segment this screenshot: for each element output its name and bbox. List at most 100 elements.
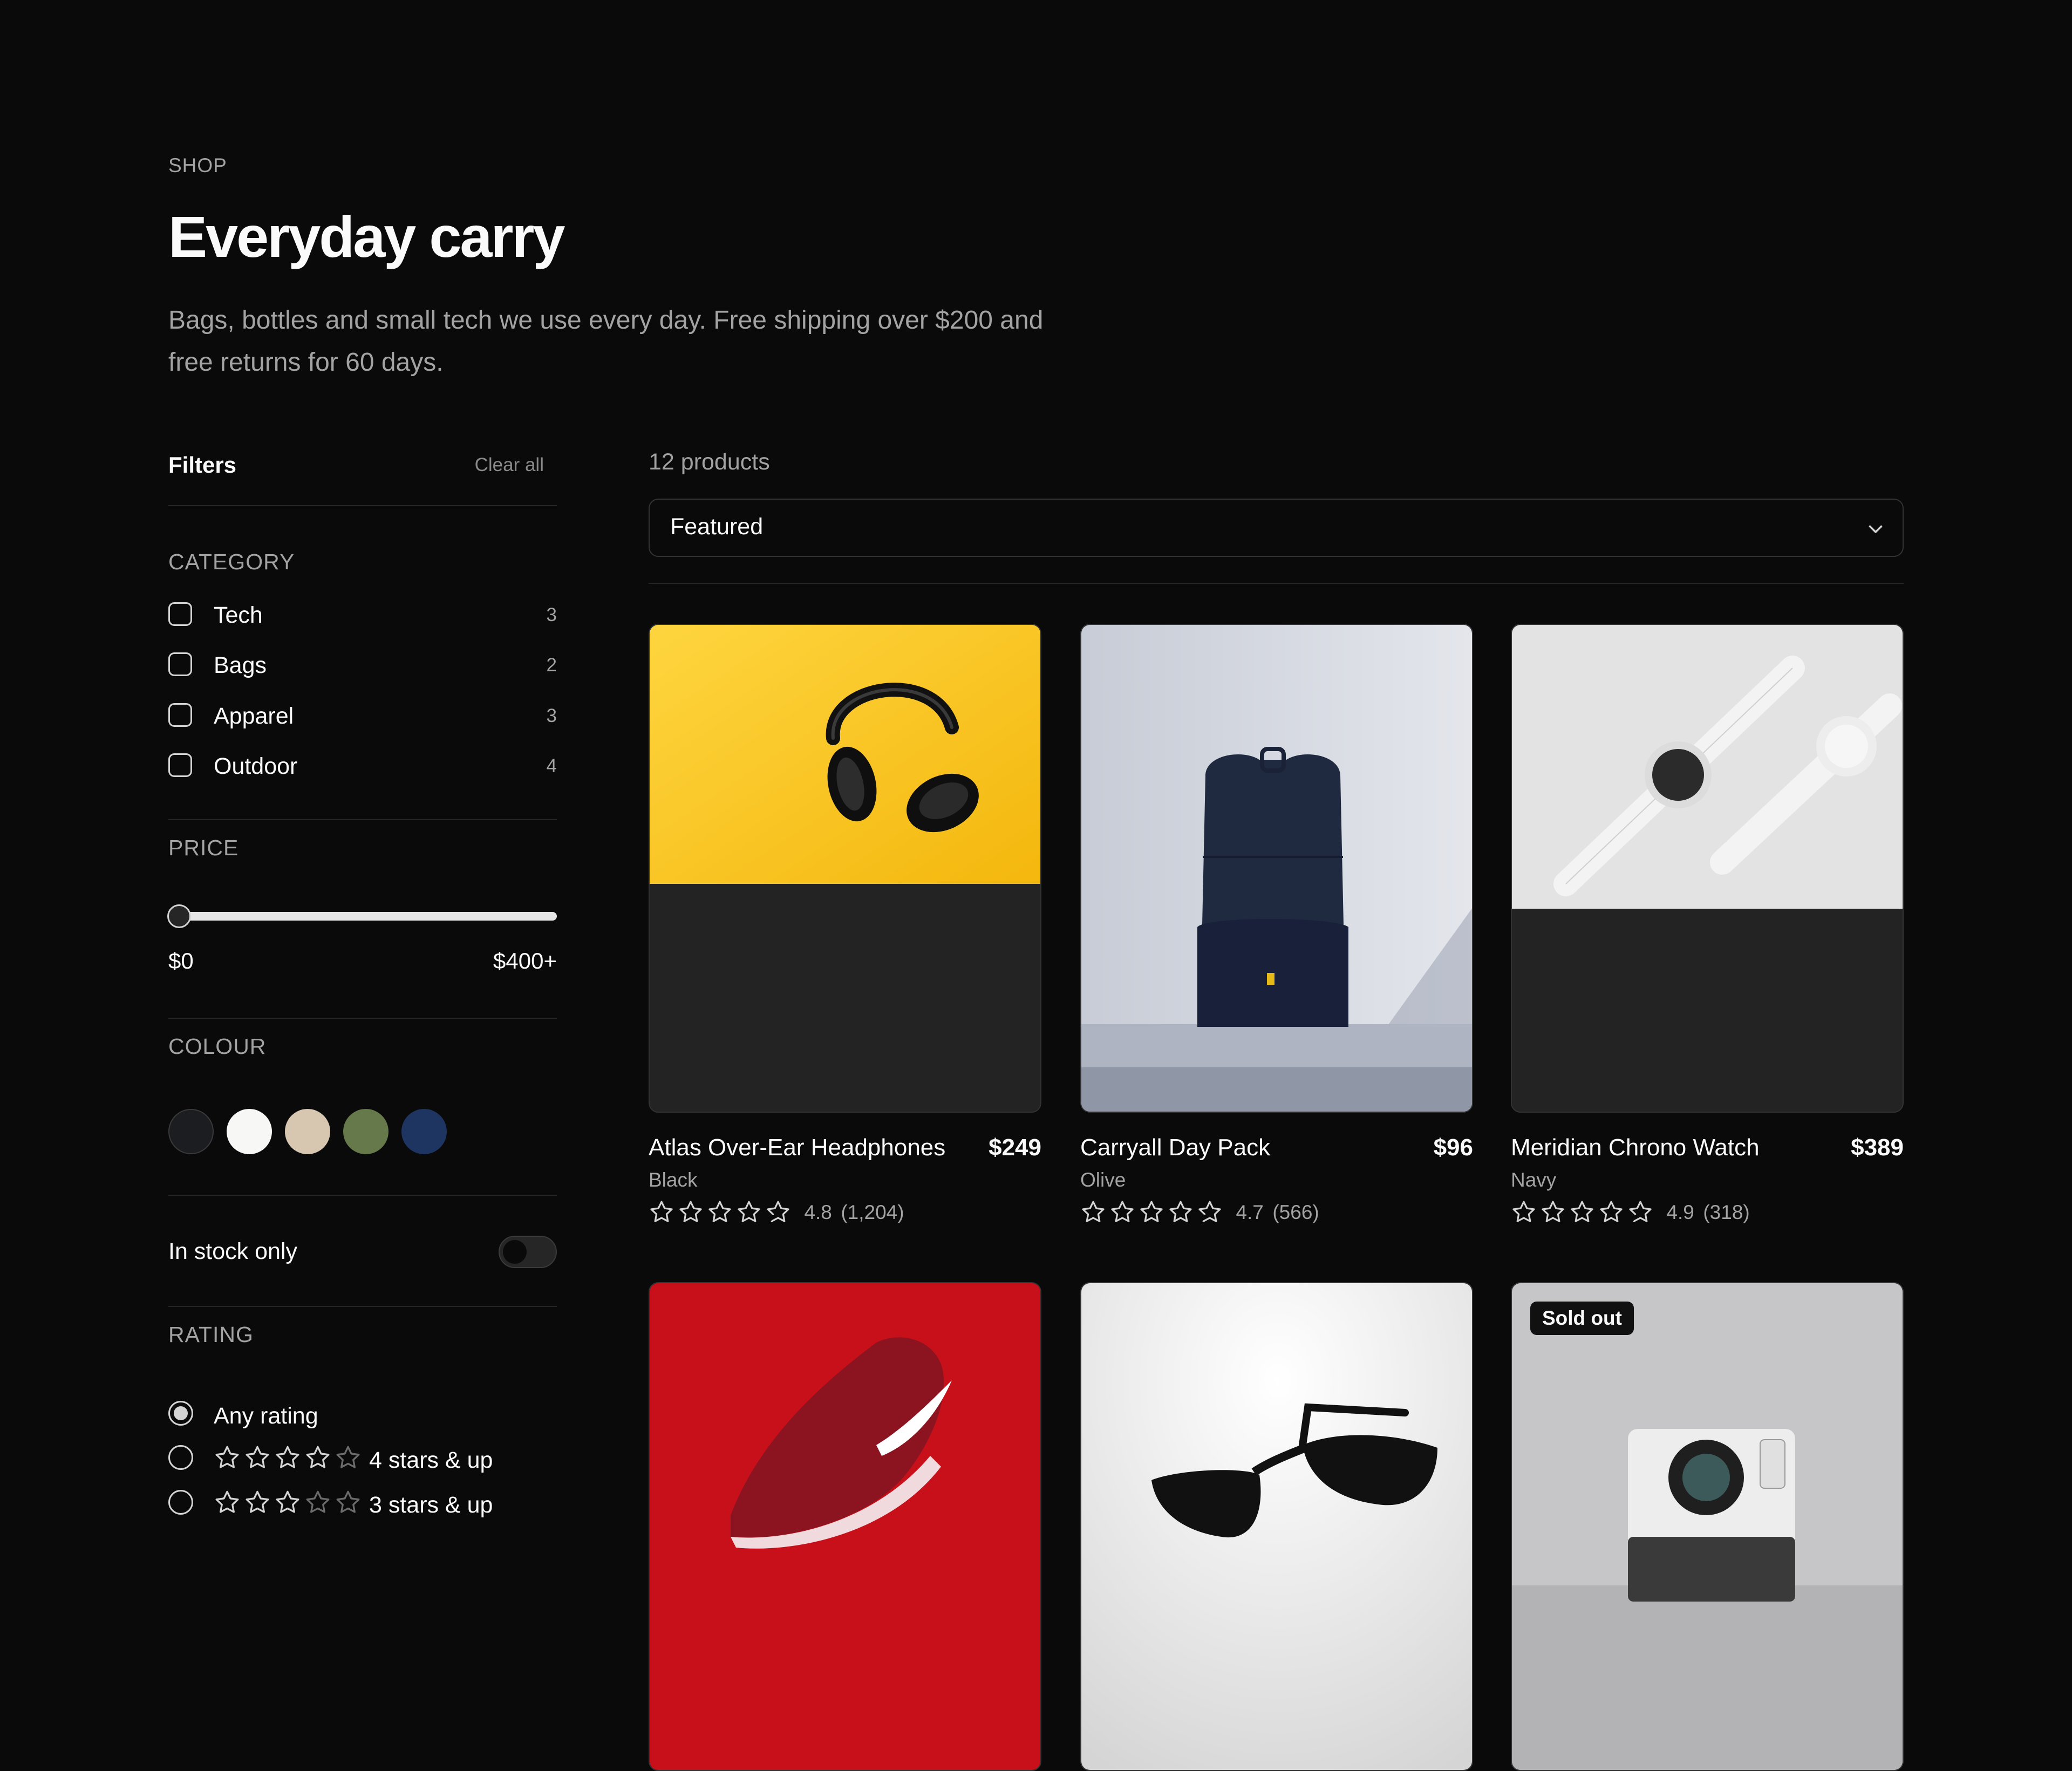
radio-selected[interactable]: [168, 1401, 193, 1426]
sort-selected-value: Featured: [670, 514, 764, 540]
sort-select[interactable]: Featured: [649, 499, 1904, 557]
product-image[interactable]: [1080, 1282, 1473, 1771]
product-image[interactable]: [649, 1282, 1041, 1771]
sunglasses-photo: [1081, 1283, 1472, 1770]
product-price: $249: [989, 1134, 1041, 1161]
star-icon: [336, 1490, 360, 1513]
product-colour: Navy: [1511, 1169, 1557, 1191]
category-count: 3: [546, 705, 557, 726]
star-icon: [246, 1490, 269, 1513]
product-name[interactable]: Atlas Over-Ear Headphones: [649, 1134, 945, 1161]
page-eyebrow: SHOP: [168, 154, 227, 176]
star-icon: [246, 1446, 269, 1468]
category-option-bags[interactable]: Bags 2: [168, 649, 557, 682]
category-heading: CATEGORY: [168, 549, 295, 574]
star-icon: [650, 1201, 673, 1222]
divider: [168, 1195, 557, 1196]
product-rating: 4.9 (318): [1511, 1199, 1750, 1226]
star-rating: [1511, 1199, 1657, 1225]
star-icon: [276, 1446, 299, 1468]
backpack-photo: [1081, 625, 1472, 1112]
product-image[interactable]: [1080, 624, 1473, 1113]
product-colour: Black: [649, 1169, 698, 1191]
colour-swatch-black[interactable]: [168, 1109, 214, 1154]
category-label: Tech: [214, 602, 263, 628]
product-name[interactable]: Carryall Day Pack: [1080, 1134, 1270, 1161]
star-icon: [1512, 1201, 1535, 1222]
rating-label: Any rating: [214, 1403, 318, 1429]
in-stock-label: In stock only: [168, 1238, 297, 1264]
colour-swatch-sand[interactable]: [285, 1109, 330, 1154]
price-max-label: $400+: [493, 948, 557, 973]
product-price: $96: [1433, 1134, 1473, 1161]
category-label: Apparel: [214, 703, 294, 729]
star-icon: [306, 1446, 330, 1468]
category-count: 2: [546, 655, 557, 676]
divider: [168, 1306, 557, 1307]
product-price: $389: [1851, 1134, 1904, 1161]
toggle-knob: [503, 1240, 527, 1264]
star-icon: [1629, 1201, 1652, 1222]
camera-photo: [1512, 1283, 1903, 1770]
filters-title: Filters: [168, 452, 237, 478]
category-label: Outdoor: [214, 753, 298, 779]
star-icon: [708, 1201, 731, 1222]
product-count: 12 products: [649, 449, 770, 475]
category-count: 3: [546, 604, 557, 625]
headphones-photo: [650, 625, 1040, 1112]
product-name[interactable]: Meridian Chrono Watch: [1511, 1134, 1760, 1161]
divider: [168, 819, 557, 820]
category-option-apparel[interactable]: Apparel 3: [168, 700, 557, 732]
star-rating: [1080, 1199, 1226, 1225]
sold-out-badge: Sold out: [1530, 1302, 1634, 1335]
checkbox[interactable]: [168, 652, 192, 676]
star-icon: [1571, 1201, 1593, 1222]
chevron-down-icon: [1869, 525, 1883, 533]
star-icon: [1600, 1201, 1623, 1222]
star-icon: [306, 1490, 330, 1513]
checkbox[interactable]: [168, 703, 192, 727]
colour-swatch-white[interactable]: [227, 1109, 272, 1154]
rating-option-4-up[interactable]: 4 stars & up: [168, 1442, 557, 1474]
star-rating: [214, 1444, 365, 1472]
rating-option-3-up[interactable]: 3 stars & up: [168, 1487, 557, 1519]
checkbox[interactable]: [168, 753, 192, 777]
star-icon: [1169, 1201, 1192, 1222]
star-icon: [336, 1446, 360, 1468]
radio[interactable]: [168, 1490, 193, 1515]
star-rating: [214, 1489, 365, 1517]
review-count: (318): [1703, 1201, 1750, 1223]
colour-swatch-olive[interactable]: [343, 1109, 388, 1154]
rating-heading: RATING: [168, 1322, 254, 1347]
price-heading: PRICE: [168, 835, 239, 860]
category-option-tech[interactable]: Tech 3: [168, 599, 557, 631]
page-title: Everyday carry: [168, 204, 565, 269]
sneaker-photo: [650, 1283, 1040, 1770]
product-image[interactable]: [1511, 624, 1904, 1113]
star-icon: [276, 1490, 299, 1513]
product-image[interactable]: [649, 624, 1041, 1113]
clear-all-button[interactable]: Clear all: [475, 454, 544, 476]
checkbox[interactable]: [168, 602, 192, 626]
rating-label: 4 stars & up: [369, 1447, 493, 1473]
rating-value: 4.7: [1236, 1201, 1264, 1223]
page-subtitle: Bags, bottles and small tech we use ever…: [168, 306, 1044, 377]
star-rating: [649, 1199, 794, 1225]
star-icon: [679, 1201, 702, 1222]
in-stock-toggle[interactable]: [499, 1236, 557, 1268]
product-image[interactable]: Sold out: [1511, 1282, 1904, 1771]
rating-value: 4.8: [804, 1201, 832, 1223]
review-count: (1,204): [841, 1201, 904, 1223]
star-icon: [215, 1490, 239, 1513]
star-icon: [215, 1446, 239, 1468]
category-count: 4: [546, 755, 557, 776]
radio[interactable]: [168, 1445, 193, 1470]
star-icon: [738, 1201, 760, 1222]
price-slider-track[interactable]: [176, 912, 557, 921]
rating-option-any[interactable]: Any rating: [168, 1398, 557, 1430]
category-option-outdoor[interactable]: Outdoor 4: [168, 750, 557, 782]
colour-swatch-navy[interactable]: [401, 1109, 447, 1154]
product-colour: Olive: [1080, 1169, 1126, 1191]
price-slider-handle[interactable]: [167, 904, 191, 928]
rating-value: 4.9: [1666, 1201, 1694, 1223]
